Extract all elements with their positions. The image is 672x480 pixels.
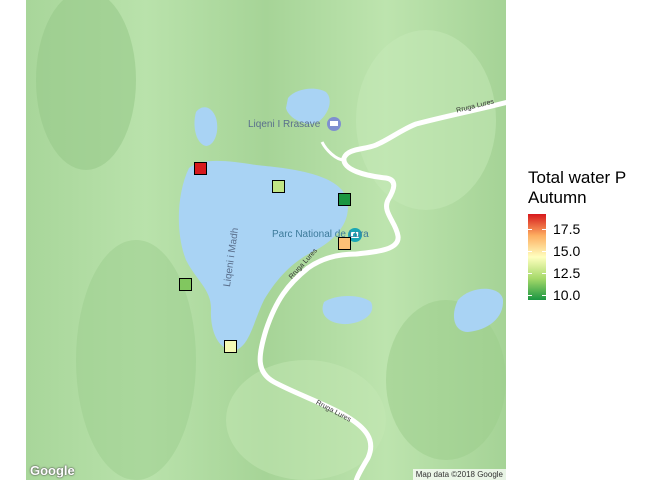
park-label: Parc National de Lura	[272, 229, 369, 240]
legend-title-line2: Autumn	[528, 188, 587, 207]
legend-colorbar	[528, 214, 546, 300]
legend-tick-label: 15.0	[553, 242, 581, 259]
lake-label-upper: Liqeni I Rrasave	[248, 119, 321, 130]
site-marker-1[interactable]	[194, 162, 207, 175]
color-legend: Total water P Autumn 17.5 15.0 12.5 10.0	[528, 168, 627, 302]
map-background	[26, 0, 506, 480]
legend-tick-mark	[528, 294, 532, 296]
legend-tick-mark	[542, 294, 546, 296]
map-attribution[interactable]: Map data ©2018 Google	[412, 469, 506, 480]
legend-tick-mark	[542, 250, 546, 252]
google-logo: Google	[30, 463, 75, 478]
legend-tick-mark	[528, 250, 532, 252]
site-marker-4[interactable]	[338, 237, 351, 250]
legend-tick-label: 12.5	[553, 264, 581, 281]
site-marker-2[interactable]	[272, 180, 285, 193]
legend-tick-mark	[528, 228, 532, 230]
legend-tick-label: 10.0	[553, 286, 581, 303]
site-marker-5[interactable]	[179, 278, 192, 291]
legend-title-line1: Total water P	[528, 168, 627, 187]
site-marker-3[interactable]	[338, 193, 351, 206]
map-panel[interactable]: Liqeni I Rrasave Liqeni i Madh Parc Nati…	[26, 0, 506, 480]
site-marker-6[interactable]	[224, 340, 237, 353]
legend-tick-label: 17.5	[553, 220, 581, 237]
legend-tick-mark	[542, 272, 546, 274]
legend-tick-mark	[528, 272, 532, 274]
legend-tick-mark	[542, 228, 546, 230]
